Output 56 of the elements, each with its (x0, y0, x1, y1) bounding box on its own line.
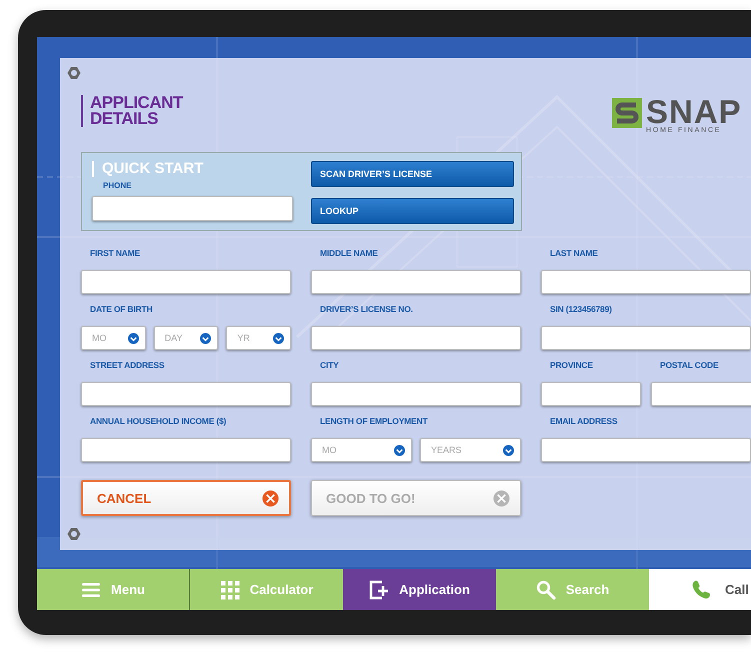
chevron-down-icon (394, 444, 405, 456)
chevron-down-icon (503, 444, 514, 456)
nav-tab[interactable]: Search (496, 569, 649, 610)
section-title: QUICK START (92, 161, 204, 177)
field-label: POSTAL CODE (660, 360, 720, 371)
nav-tab[interactable]: Application (343, 569, 496, 610)
field-label: STREET ADDRESS (90, 360, 166, 371)
add-document-icon (369, 580, 390, 600)
field-label: MIDDLE NAME (320, 248, 379, 259)
dropdown[interactable]: YEARS (420, 438, 521, 462)
dropdown[interactable]: MO (81, 326, 146, 350)
grid-icon (220, 580, 240, 600)
phone-icon (691, 580, 711, 600)
action-button[interactable]: SCAN DRIVER’S LICENSE (311, 161, 514, 187)
field-label: SIN (123456789) (550, 304, 613, 315)
field-label: ANNUAL HOUSEHOLD INCOME ($) (90, 416, 228, 427)
input-field[interactable] (81, 270, 291, 294)
input-field[interactable] (541, 382, 641, 406)
nav-tab[interactable]: Call (649, 569, 751, 610)
search-icon (536, 580, 556, 600)
field-label: FIRST NAME (90, 248, 141, 259)
input-field[interactable] (311, 270, 521, 294)
logo-icon (612, 98, 642, 128)
nav-tab[interactable]: Menu (37, 569, 190, 610)
hex-nut-icon (67, 66, 81, 80)
field-label: LENGTH OF EMPLOYMENT (320, 416, 429, 427)
chevron-down-icon (273, 332, 284, 344)
input-field[interactable] (541, 270, 751, 294)
field-label: CITY (320, 360, 340, 371)
input-field[interactable] (651, 382, 751, 406)
field-label: PROVINCE (550, 360, 594, 371)
field-label: LAST NAME (550, 248, 599, 259)
page-title: APPLICANT DETAILS (81, 95, 185, 127)
logo-name: SNAP (646, 98, 742, 126)
cancel-button[interactable]: CANCEL (81, 480, 291, 516)
input-field[interactable] (81, 382, 291, 406)
dropdown[interactable]: DAY (154, 326, 218, 350)
dropdown[interactable]: MO (311, 438, 412, 462)
input-field[interactable] (81, 438, 291, 462)
input-field[interactable] (541, 326, 751, 350)
close-icon (493, 490, 510, 506)
chevron-down-icon (128, 332, 139, 344)
close-icon (262, 490, 279, 506)
action-button[interactable]: LOOKUP (311, 198, 514, 224)
nav-tab[interactable]: Calculator (190, 569, 343, 610)
dropdown[interactable]: YR (226, 326, 292, 350)
field-label: EMAIL ADDRESS (550, 416, 618, 427)
input-field[interactable] (541, 438, 751, 462)
input-field[interactable] (311, 326, 521, 350)
field-label: DATE OF BIRTH (90, 304, 154, 315)
field-label: DRIVER’S LICENSE NO. (320, 304, 414, 315)
field-label: PHONE (103, 181, 132, 190)
phone-field[interactable] (92, 196, 293, 221)
input-field[interactable] (311, 382, 521, 406)
hex-nut-icon (67, 527, 81, 541)
chevron-down-icon (200, 332, 212, 344)
